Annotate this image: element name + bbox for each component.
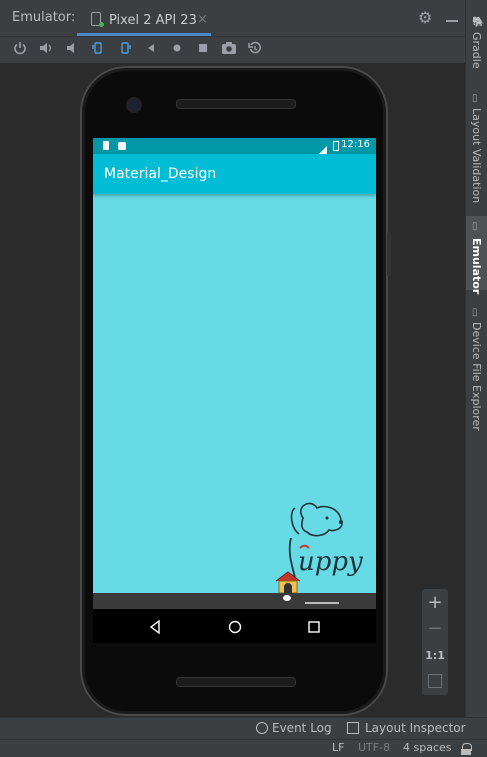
tab-title: Pixel 2 API 23: [109, 13, 197, 28]
running-indicator-icon: [99, 22, 104, 27]
android-navigation-bar: [93, 609, 376, 643]
rotate-left-icon[interactable]: [89, 41, 107, 59]
tab-pixel-2-api-23[interactable]: Pixel 2 API 23 ×: [77, 8, 211, 36]
zoom-actual-size-button[interactable]: 1:1: [422, 649, 448, 662]
nav-back-button[interactable]: [149, 619, 161, 638]
back-icon[interactable]: [142, 41, 160, 59]
file-encoding[interactable]: UTF-8: [358, 741, 390, 754]
phone-icon: ▯: [472, 221, 478, 232]
front-camera: [126, 97, 142, 113]
side-tab-emulator-label: Emulator: [470, 238, 483, 295]
volume-down-icon[interactable]: [63, 41, 81, 59]
side-tab-device-file-explorer-label: Device File Explorer: [470, 322, 483, 431]
side-tab-gradle[interactable]: 🐘 Gradle: [466, 16, 487, 72]
layout-inspector-label: Layout Inspector: [365, 721, 466, 735]
nav-overview-button[interactable]: [308, 619, 320, 638]
app-title: Material_Design: [104, 166, 217, 182]
active-tab-underline: [77, 33, 211, 36]
power-icon[interactable]: [11, 41, 29, 59]
footer-caption: [305, 602, 339, 604]
layout-inspector-icon: [347, 722, 359, 734]
close-tab-icon[interactable]: ×: [197, 12, 208, 27]
status-time: 12:16: [341, 139, 370, 150]
indent-setting[interactable]: 4 spaces: [403, 741, 452, 754]
side-tab-layout-validation-label: Layout Validation: [470, 108, 483, 204]
side-tab-emulator[interactable]: ▯ Emulator: [466, 216, 487, 294]
home-circle-icon: [228, 620, 242, 634]
ide-status-bar: LF UTF-8 4 spaces: [0, 739, 487, 757]
sd-card-icon: [103, 141, 109, 150]
battery-icon: [333, 141, 339, 151]
android-notification-icon: [118, 142, 126, 150]
emulator-tab-bar: Emulator: Pixel 2 API 23 × ⚙: [0, 0, 465, 37]
minimize-icon[interactable]: [446, 20, 458, 22]
top-speaker: [176, 99, 296, 109]
signal-icon: [317, 141, 327, 156]
right-tool-strip: 🐘 Gradle ▯ Layout Validation ▯ Emulator …: [465, 0, 487, 717]
volume-up-icon[interactable]: [37, 41, 55, 59]
overview-square-icon: [308, 621, 320, 633]
event-log-icon: [256, 722, 268, 734]
dog-house-icon: [274, 570, 302, 594]
android-status-bar: 12:16: [93, 138, 376, 156]
emulator-toolbar: [0, 37, 465, 63]
overview-icon[interactable]: [194, 41, 212, 59]
puppy-logo-text: uppy: [298, 547, 363, 577]
screen-bottom-strip: [93, 593, 376, 609]
dog-paw-icon: [283, 595, 291, 601]
layout-validation-icon: ▯: [472, 93, 478, 104]
line-separator[interactable]: LF: [332, 741, 344, 754]
screenshot-icon[interactable]: [220, 41, 238, 59]
side-tab-layout-validation[interactable]: ▯ Layout Validation: [466, 92, 487, 204]
device-explorer-icon: ▯: [472, 307, 478, 318]
side-tab-device-file-explorer[interactable]: ▯ Device File Explorer: [466, 306, 487, 434]
phone-side-button: [387, 232, 391, 276]
snapshot-icon[interactable]: [246, 41, 264, 59]
bottom-tool-bar: Event Log Layout Inspector: [0, 717, 487, 740]
tool-window-label: Emulator:: [12, 10, 76, 25]
zoom-fit-icon[interactable]: [428, 674, 442, 688]
layout-inspector-button[interactable]: Layout Inspector: [347, 721, 466, 737]
gradle-icon: 🐘: [472, 17, 485, 28]
app-bar: Material_Design: [93, 154, 376, 194]
event-log-button[interactable]: Event Log: [256, 721, 332, 737]
home-icon[interactable]: [168, 41, 186, 59]
device-screen[interactable]: 12:16 Material_Design uppy: [93, 138, 376, 609]
lock-body: [461, 749, 471, 755]
zoom-out-button[interactable]: −: [422, 618, 448, 639]
zoom-in-button[interactable]: +: [422, 592, 448, 613]
gear-icon[interactable]: ⚙: [418, 10, 432, 26]
nav-home-button[interactable]: [228, 619, 242, 638]
back-triangle-icon: [149, 619, 160, 635]
side-tab-gradle-label: Gradle: [470, 32, 483, 69]
bottom-speaker: [176, 677, 296, 687]
rotate-right-icon[interactable]: [116, 41, 134, 59]
zoom-controls: + − 1:1: [422, 589, 448, 695]
event-log-label: Event Log: [272, 721, 332, 735]
